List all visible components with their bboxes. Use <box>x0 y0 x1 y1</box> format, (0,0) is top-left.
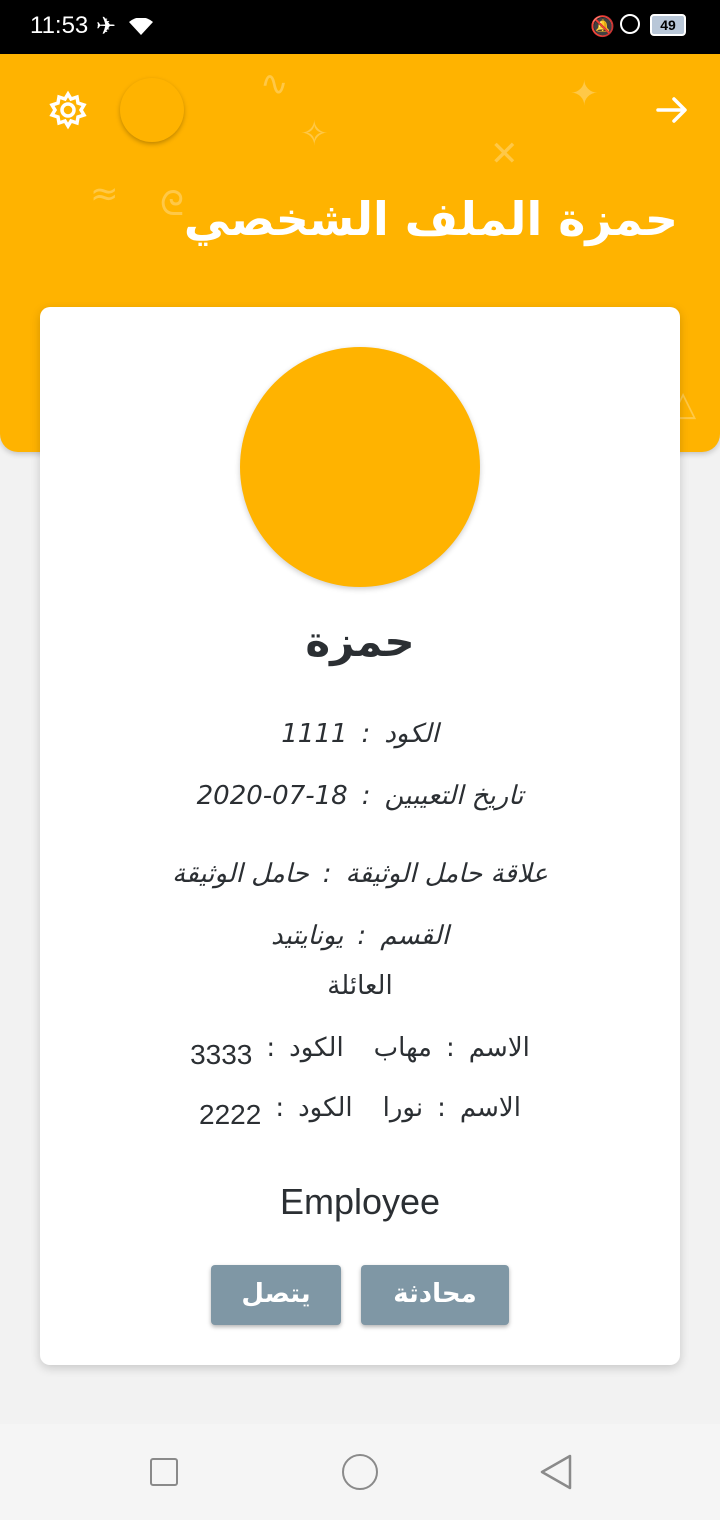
member-name: مهاب <box>373 1033 432 1063</box>
role-label: Employee <box>279 1181 441 1222</box>
family-member-row: الاسم:نوراالكود:2222 <box>199 1093 521 1130</box>
decor-star-icon: ✦ <box>570 74 599 114</box>
back-button[interactable] <box>538 1452 574 1492</box>
family-member-row: الاسم:مهابالكود:3333 <box>190 1033 530 1070</box>
code-row: الكود:1111 <box>281 719 439 749</box>
rotation-lock-icon <box>620 14 640 34</box>
chat-button[interactable]: محادثة <box>361 1265 509 1325</box>
decor-spiral-icon: ᘓ <box>160 184 184 224</box>
page-title: حمزة الملف الشخصي <box>183 192 678 246</box>
department-row: القسم:يونايتيد <box>271 921 449 951</box>
code-label: الكود <box>384 719 439 749</box>
decor-star-icon: ✧ <box>300 114 329 154</box>
status-time: 11:53 <box>30 12 89 39</box>
recent-apps-button[interactable] <box>150 1458 178 1486</box>
system-nav-bar <box>0 1424 720 1520</box>
member-name-label: الاسم <box>459 1093 521 1123</box>
member-code: 3333 <box>190 1039 253 1070</box>
relation-label: علاقة حامل الوثيقة <box>345 859 548 889</box>
member-code-label: الكود <box>289 1033 344 1063</box>
profile-card: حمزة الكود:1111 تاريخ التعيبين:2020-07-1… <box>40 307 680 1365</box>
bell-off-icon: 🔕 <box>590 14 615 38</box>
relation-value: حامل الوثيقة <box>172 859 309 889</box>
wifi-icon <box>129 18 153 35</box>
hire-date-label: تاريخ التعيبين <box>384 781 524 811</box>
home-button[interactable] <box>342 1454 378 1490</box>
member-name: نورا <box>382 1093 424 1123</box>
hire-date-value: 2020-07-18 <box>196 781 348 811</box>
status-bar: 11:53 ✈ 🔕 49 <box>0 0 720 54</box>
avatar <box>240 347 480 587</box>
member-name-label: الاسم <box>468 1033 530 1063</box>
department-value: يونايتيد <box>271 921 344 951</box>
department-label: القسم <box>380 921 449 951</box>
decor-swirl-icon: ∿ <box>260 64 289 104</box>
member-code-label: الكود <box>298 1093 353 1123</box>
relation-row: علاقة حامل الوثيقة:حامل الوثيقة <box>172 859 548 889</box>
hire-date-row: تاريخ التعيبين:2020-07-18 <box>196 781 524 811</box>
avatar-small[interactable] <box>120 78 184 142</box>
decor-x-icon: ✕ <box>490 134 519 174</box>
airplane-icon: ✈ <box>96 12 117 40</box>
code-value: 1111 <box>281 719 348 749</box>
call-button[interactable]: يتصل <box>211 1265 341 1325</box>
decor-wave-icon: ≈ <box>90 174 119 214</box>
family-title: العائلة <box>327 971 393 1001</box>
battery-icon: 49 <box>650 14 686 36</box>
member-code: 2222 <box>199 1099 262 1130</box>
settings-gear-icon[interactable] <box>48 90 88 130</box>
profile-name: حمزة <box>305 617 415 666</box>
arrow-forward-icon[interactable] <box>654 92 690 128</box>
